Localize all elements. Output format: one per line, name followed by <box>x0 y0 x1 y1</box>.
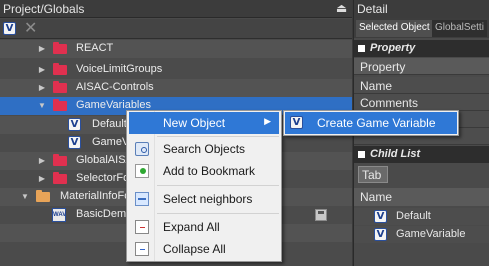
game-variable-icon[interactable]: V <box>3 22 16 35</box>
expand-arrow-icon[interactable]: ▶ <box>37 155 47 167</box>
menu-item-expand-all[interactable]: Expand All <box>129 216 279 238</box>
menu-separator <box>157 185 279 186</box>
tree-item-voicelimitgroups[interactable]: ▶ VoiceLimitGroups <box>0 61 352 79</box>
material-file-icon: WAV <box>52 208 66 222</box>
menu-separator <box>157 136 279 137</box>
panel-toolbar: V ✕ <box>0 19 352 39</box>
menu-item-label: Add to Bookmark <box>163 164 256 178</box>
folder-icon <box>53 63 67 75</box>
context-menu: New Object ▶ Search Objects Add to Bookm… <box>126 110 282 262</box>
child-list-header: Name <box>354 188 489 206</box>
game-variable-icon: V <box>374 210 387 223</box>
menu-item-label: Expand All <box>163 220 220 234</box>
new-object-submenu: V Create Game Variable <box>283 110 459 136</box>
folder-icon <box>53 154 67 166</box>
menu-item-label: New Object <box>163 116 226 130</box>
column-header-label: Name <box>360 190 393 204</box>
column-header-label: Property <box>360 60 406 74</box>
folder-icon <box>53 42 67 54</box>
property-section-header[interactable]: Property <box>354 40 489 57</box>
game-variable-icon: V <box>290 116 303 129</box>
open-folder-icon <box>36 190 50 202</box>
tree-item-label: SelectorFo <box>76 172 130 184</box>
expand-arrow-icon[interactable]: ▶ <box>37 64 47 76</box>
pin-icon[interactable]: ⏏ <box>335 2 348 15</box>
game-variable-icon: V <box>68 136 81 149</box>
menu-item-create-game-variable[interactable]: V Create Game Variable <box>285 112 457 134</box>
menu-item-add-to-bookmark[interactable]: Add to Bookmark <box>129 160 279 182</box>
submenu-arrow-icon: ▶ <box>264 116 271 126</box>
property-label: Comments <box>360 96 419 110</box>
collapse-arrow-icon[interactable]: ▼ <box>20 191 30 203</box>
expand-arrow-icon[interactable]: ▶ <box>37 82 47 94</box>
menu-separator <box>157 213 279 214</box>
neighbors-icon <box>135 192 149 206</box>
tree-item-label: GameV <box>92 136 130 148</box>
menu-item-collapse-all[interactable]: Collapse All <box>129 238 279 260</box>
collapse-square-icon <box>358 151 365 158</box>
child-label: Default <box>396 210 431 222</box>
property-row-name[interactable]: Name <box>354 77 489 94</box>
menu-item-new-object[interactable]: New Object ▶ <box>129 112 279 134</box>
collapse-icon <box>135 242 149 256</box>
menu-item-label: Select neighbors <box>163 192 253 206</box>
save-icon[interactable] <box>315 209 327 221</box>
child-row-default[interactable]: V Default <box>354 208 489 225</box>
close-icon[interactable]: ✕ <box>24 19 37 39</box>
child-label: GameVariable <box>396 228 466 240</box>
tab-label: Tab <box>362 168 382 182</box>
child-row-gamevariable[interactable]: V GameVariable <box>354 226 489 243</box>
detail-title-bar: Detail <box>354 0 489 18</box>
collapse-arrow-icon[interactable]: ▼ <box>37 100 47 112</box>
panel-title-bar: Project/Globals ⏏ <box>0 0 352 18</box>
collapse-square-icon <box>358 45 365 52</box>
bookmark-icon <box>135 164 149 178</box>
property-column-header: Property <box>354 58 489 75</box>
expand-arrow-icon[interactable]: ▶ <box>37 173 47 185</box>
expand-arrow-icon[interactable]: ▶ <box>37 43 47 55</box>
tree-item-aisac-controls[interactable]: ▶ AISAC-Controls <box>0 79 352 97</box>
tree-item-label: MaterialInfoFo <box>60 190 131 202</box>
menu-item-label: Collapse All <box>163 242 226 256</box>
panel-title: Project/Globals <box>3 2 85 16</box>
menu-item-select-neighbors[interactable]: Select neighbors <box>129 188 279 210</box>
tree-item-label: Default <box>92 118 127 130</box>
detail-tab-bar: Selected Object GlobalSetti <box>354 18 489 38</box>
tree-item-react[interactable]: ▶ REACT <box>0 40 352 58</box>
folder-icon <box>53 172 67 184</box>
tree-item-label: AISAC-Controls <box>76 81 154 93</box>
expand-icon <box>135 220 149 234</box>
tree-item-label: VoiceLimitGroups <box>76 63 163 75</box>
tree-item-label: REACT <box>76 42 114 54</box>
game-variable-icon: V <box>374 228 387 241</box>
menu-item-label: Create Game Variable <box>317 116 436 130</box>
menu-item-label: Search Objects <box>163 142 246 156</box>
tree-item-label: BasicDemo <box>76 208 133 220</box>
tab-global-settings[interactable]: GlobalSetti <box>432 20 487 37</box>
child-list-section-header[interactable]: Child List <box>354 146 489 163</box>
section-title: Child List <box>370 148 421 160</box>
menu-item-search-objects[interactable]: Search Objects <box>129 138 279 160</box>
property-row-comments[interactable]: Comments <box>354 94 489 111</box>
tab-selected-object[interactable]: Selected Object <box>356 20 433 37</box>
property-label: Name <box>360 79 393 93</box>
search-icon <box>135 142 149 156</box>
folder-icon <box>53 99 67 111</box>
child-list-tab[interactable]: Tab <box>358 166 388 183</box>
tree-item-label: GlobalAISA <box>76 154 133 166</box>
detail-title: Detail <box>357 2 388 16</box>
game-variable-icon: V <box>68 118 81 131</box>
folder-icon <box>53 81 67 93</box>
section-title: Property <box>370 42 416 54</box>
